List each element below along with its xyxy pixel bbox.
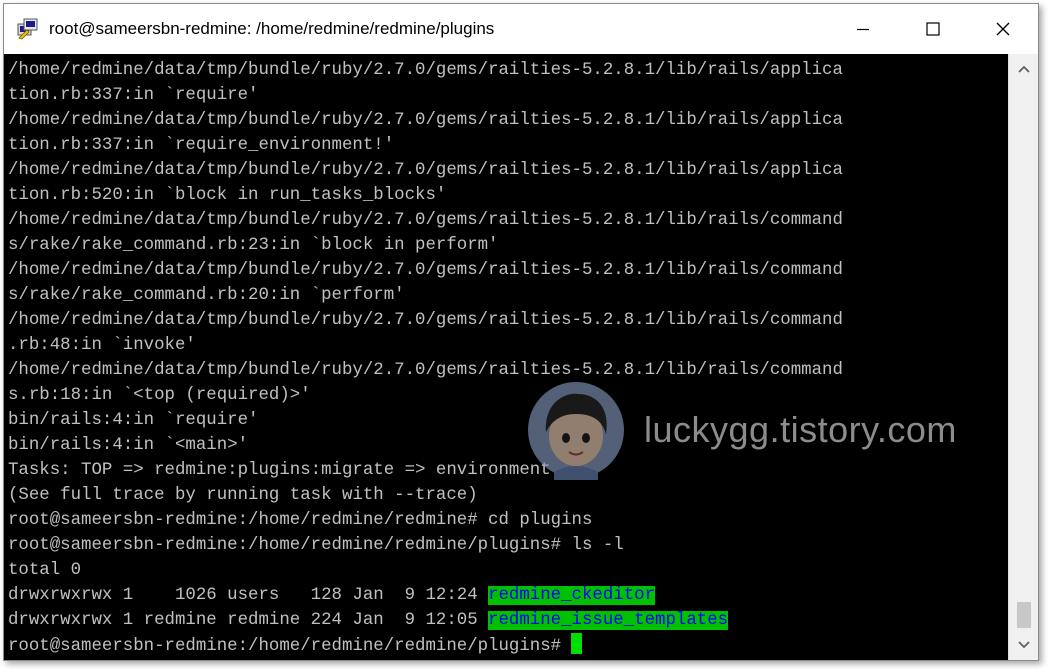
terminal-line: .rb:48:in `invoke'	[8, 336, 196, 355]
terminal-line: Tasks: TOP => redmine:plugins:migrate =>…	[8, 461, 551, 480]
minimize-button[interactable]	[828, 4, 898, 54]
chevron-down-icon	[1018, 641, 1030, 649]
terminal-line: total 0	[8, 561, 82, 580]
terminal-line: tion.rb:520:in `block in run_tasks_block…	[8, 186, 447, 205]
terminal-line: /home/redmine/data/tmp/bundle/ruby/2.7.0…	[8, 211, 843, 230]
scrollbar-thumb[interactable]	[1017, 602, 1031, 628]
terminal-line: s.rb:18:in `<top (required)>'	[8, 386, 311, 405]
terminal-line: (See full trace by running task with --t…	[8, 486, 478, 505]
close-icon	[996, 22, 1010, 36]
terminal-lines: /home/redmine/data/tmp/bundle/ruby/2.7.0…	[8, 58, 843, 658]
terminal-line: root@sameersbn-redmine:/home/redmine/red…	[8, 511, 593, 530]
vertical-scrollbar[interactable]	[1008, 54, 1038, 660]
terminal-line: /home/redmine/data/tmp/bundle/ruby/2.7.0…	[8, 361, 843, 380]
terminal-line: /home/redmine/data/tmp/bundle/ruby/2.7.0…	[8, 261, 843, 280]
shell-prompt: root@sameersbn-redmine:/home/redmine/red…	[8, 637, 562, 656]
listing-row: drwxrwxrwx 1 redmine redmine 224 Jan 9 1…	[8, 608, 843, 633]
maximize-icon	[926, 22, 940, 36]
window-controls	[828, 4, 1038, 54]
window-title: root@sameersbn-redmine: /home/redmine/re…	[49, 19, 495, 38]
terminal-line: bin/rails:4:in `<main>'	[8, 436, 249, 455]
title-bar[interactable]: root@sameersbn-redmine: /home/redmine/re…	[4, 4, 1038, 54]
chevron-up-icon	[1018, 65, 1030, 73]
terminal-line: /home/redmine/data/tmp/bundle/ruby/2.7.0…	[8, 161, 843, 180]
directory-name: redmine_issue_templates	[488, 611, 729, 630]
terminal-line: tion.rb:337:in `require'	[8, 86, 259, 105]
terminal-line: root@sameersbn-redmine:/home/redmine/red…	[8, 536, 624, 555]
text-cursor	[571, 633, 583, 654]
terminal-line: bin/rails:4:in `require'	[8, 411, 259, 430]
listing-row: drwxrwxrwx 1 1026 users 128 Jan 9 12:24 …	[8, 583, 843, 608]
terminal-window: root@sameersbn-redmine: /home/redmine/re…	[3, 3, 1039, 661]
terminal-line: /home/redmine/data/tmp/bundle/ruby/2.7.0…	[8, 61, 843, 80]
minimize-icon	[857, 28, 869, 31]
putty-icon[interactable]	[17, 18, 39, 40]
terminal-line: /home/redmine/data/tmp/bundle/ruby/2.7.0…	[8, 311, 843, 330]
listing-attributes: drwxrwxrwx 1 redmine redmine 224 Jan 9 1…	[8, 611, 489, 630]
terminal-line: s/rake/rake_command.rb:23:in `block in p…	[8, 236, 499, 255]
prompt-line: root@sameersbn-redmine:/home/redmine/red…	[8, 633, 843, 658]
scroll-down-button[interactable]	[1009, 630, 1039, 660]
maximize-button[interactable]	[898, 4, 968, 54]
terminal-line: /home/redmine/data/tmp/bundle/ruby/2.7.0…	[8, 111, 843, 130]
close-button[interactable]	[968, 4, 1038, 54]
directory-name: redmine_ckeditor	[488, 586, 656, 605]
terminal-output[interactable]: /home/redmine/data/tmp/bundle/ruby/2.7.0…	[4, 54, 1008, 660]
terminal-line: s/rake/rake_command.rb:20:in `perform'	[8, 286, 405, 305]
scroll-up-button[interactable]	[1009, 54, 1039, 84]
listing-attributes: drwxrwxrwx 1 1026 users 128 Jan 9 12:24	[8, 586, 489, 605]
terminal-line: tion.rb:337:in `require_environment!'	[8, 136, 395, 155]
